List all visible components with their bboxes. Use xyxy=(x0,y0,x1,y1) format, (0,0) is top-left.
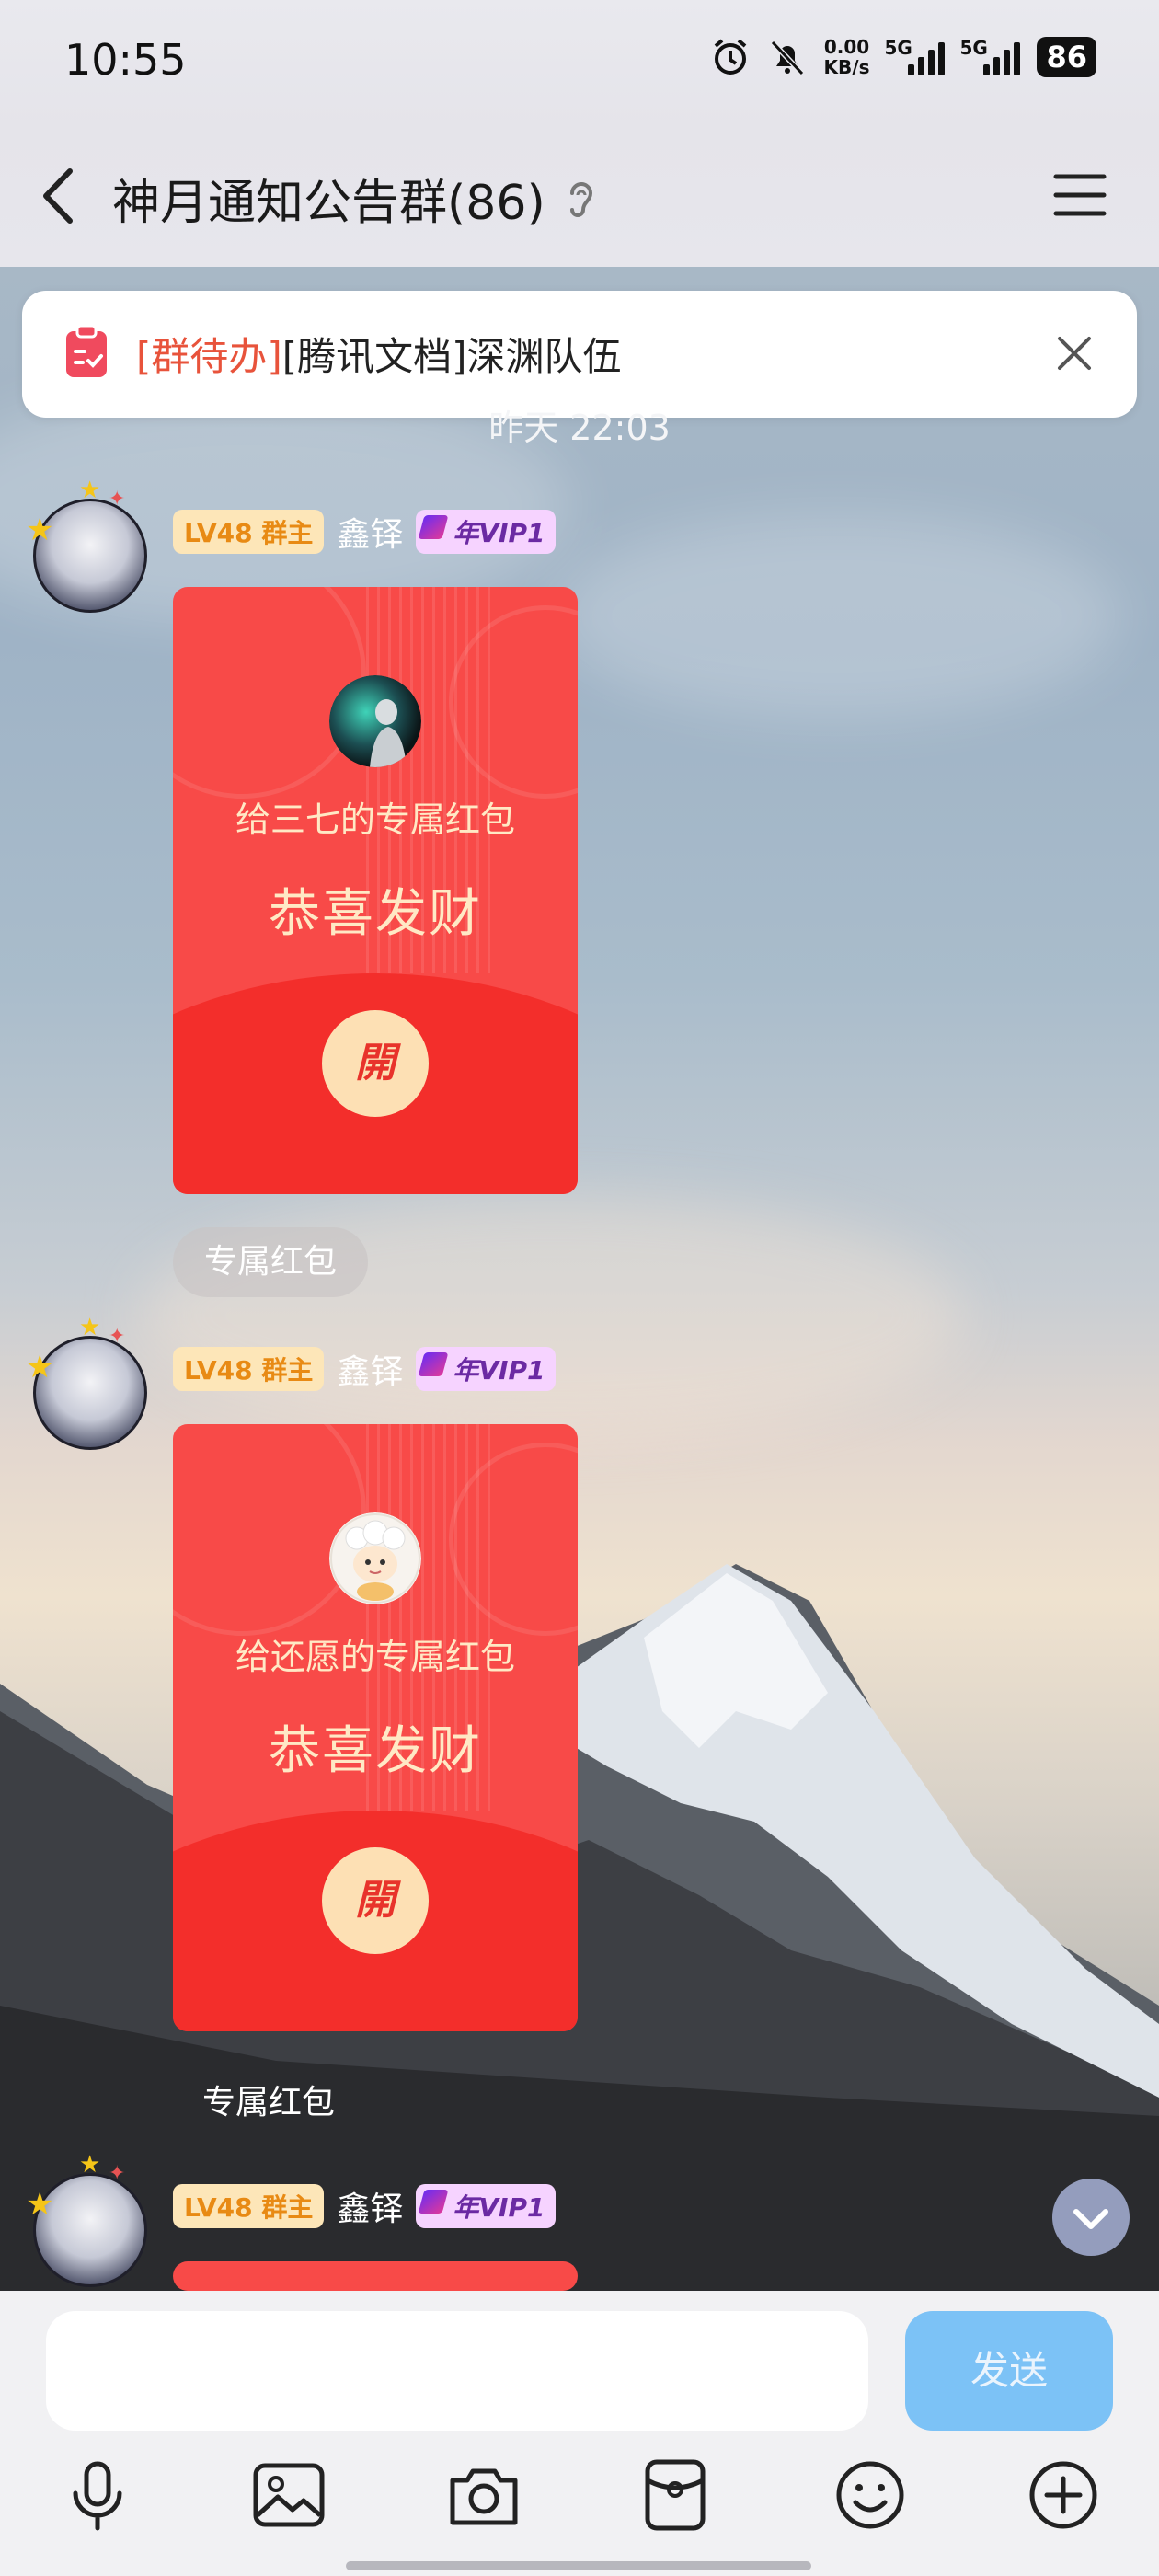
chat-header: 神月通知公告群(86) xyxy=(0,129,1159,267)
todo-tag: [群待办] xyxy=(136,334,282,379)
sender-name[interactable]: 鑫铎 xyxy=(337,2182,403,2230)
emoji-icon[interactable] xyxy=(832,2456,909,2534)
network-speed: 0.00 KB/s xyxy=(824,37,870,77)
recipient-avatar xyxy=(329,1512,421,1604)
red-packet-wish: 恭喜发财 xyxy=(269,1721,482,1781)
red-packet-card[interactable]: 给三七的专属红包 恭喜发财 開 xyxy=(173,587,578,1194)
level-badge: LV48 群主 xyxy=(173,1347,325,1391)
open-red-packet-button[interactable]: 開 xyxy=(322,1010,429,1117)
message-meta: LV48 群主 鑫铎 年VIP1 xyxy=(173,1347,557,1391)
clipboard-icon xyxy=(66,326,107,377)
sender-avatar[interactable]: ★ ★ ✦ xyxy=(20,475,149,613)
scroll-to-bottom-button[interactable] xyxy=(1052,2179,1130,2256)
input-toolbar xyxy=(0,2456,1159,2534)
level-badge: LV48 群主 xyxy=(173,2184,325,2228)
image-icon[interactable] xyxy=(250,2456,327,2534)
level-badge: LV48 群主 xyxy=(173,510,325,554)
status-bar: 10:55 0.00 KB/s 5G 5G 86 xyxy=(0,0,1159,129)
signal-5g-1: 5G xyxy=(884,37,946,75)
microphone-icon[interactable] xyxy=(59,2456,136,2534)
group-title[interactable]: 神月通知公告群(86) xyxy=(112,164,545,233)
vip-badge: 年VIP1 xyxy=(416,2184,557,2228)
camera-icon[interactable] xyxy=(445,2456,522,2534)
signal-5g-2: 5G xyxy=(959,37,1021,75)
chevron-down-icon xyxy=(1073,2209,1108,2229)
status-icons: 0.00 KB/s 5G 5G 86 xyxy=(710,37,1096,77)
message-meta: LV48 群主 鑫铎 年VIP1 xyxy=(173,510,557,554)
red-packet-card[interactable]: 给还愿的专属红包 恭喜发财 開 xyxy=(173,1424,578,2031)
sender-avatar[interactable]: ★ ★ ✦ xyxy=(20,1312,149,1450)
hearing-icon[interactable] xyxy=(565,177,598,223)
red-packet-icon[interactable] xyxy=(637,2456,714,2534)
close-icon[interactable] xyxy=(1054,333,1095,374)
todo-text: [群待办][腾讯文档]深渊队伍 xyxy=(136,326,622,382)
red-packet-recipient: 给三七的专属红包 xyxy=(235,799,515,840)
red-packet-wish: 恭喜发财 xyxy=(269,884,482,944)
status-time: 10:55 xyxy=(64,35,187,85)
sender-avatar[interactable]: ★ ★ ✦ xyxy=(20,2149,149,2287)
message-input-bar: 发送 xyxy=(0,2291,1159,2576)
alarm-icon xyxy=(714,39,746,75)
network-speed-value: 0.00 xyxy=(823,36,870,58)
menu-icon[interactable] xyxy=(1052,169,1107,221)
red-packet-caption: 专属红包 xyxy=(202,2084,336,2122)
red-packet-card[interactable] xyxy=(173,2261,578,2291)
red-packet-recipient: 给还愿的专属红包 xyxy=(235,1637,515,1677)
vip-badge: 年VIP1 xyxy=(416,510,557,554)
home-indicator[interactable] xyxy=(346,2561,811,2570)
mute-bell-icon xyxy=(770,40,804,76)
open-red-packet-button[interactable]: 開 xyxy=(322,1847,429,1954)
back-icon[interactable] xyxy=(37,164,83,228)
sender-name[interactable]: 鑫铎 xyxy=(337,1345,403,1393)
message-meta: LV48 群主 鑫铎 年VIP1 xyxy=(173,2184,557,2228)
signal-label: 5G xyxy=(959,37,988,59)
sender-name[interactable]: 鑫铎 xyxy=(337,508,403,556)
vip-badge: 年VIP1 xyxy=(416,1347,557,1391)
todo-content: [腾讯文档]深渊队伍 xyxy=(281,334,622,379)
message-timestamp: 昨天 22:03 xyxy=(488,408,671,448)
recipient-avatar xyxy=(329,675,421,767)
plus-icon[interactable] xyxy=(1025,2456,1102,2534)
signal-label: 5G xyxy=(884,37,912,59)
send-button[interactable]: 发送 xyxy=(905,2311,1113,2431)
network-speed-unit: KB/s xyxy=(823,56,870,78)
message-input[interactable] xyxy=(46,2311,868,2431)
battery-indicator: 86 xyxy=(1037,37,1096,77)
red-packet-caption: 专属红包 xyxy=(173,1227,369,1297)
